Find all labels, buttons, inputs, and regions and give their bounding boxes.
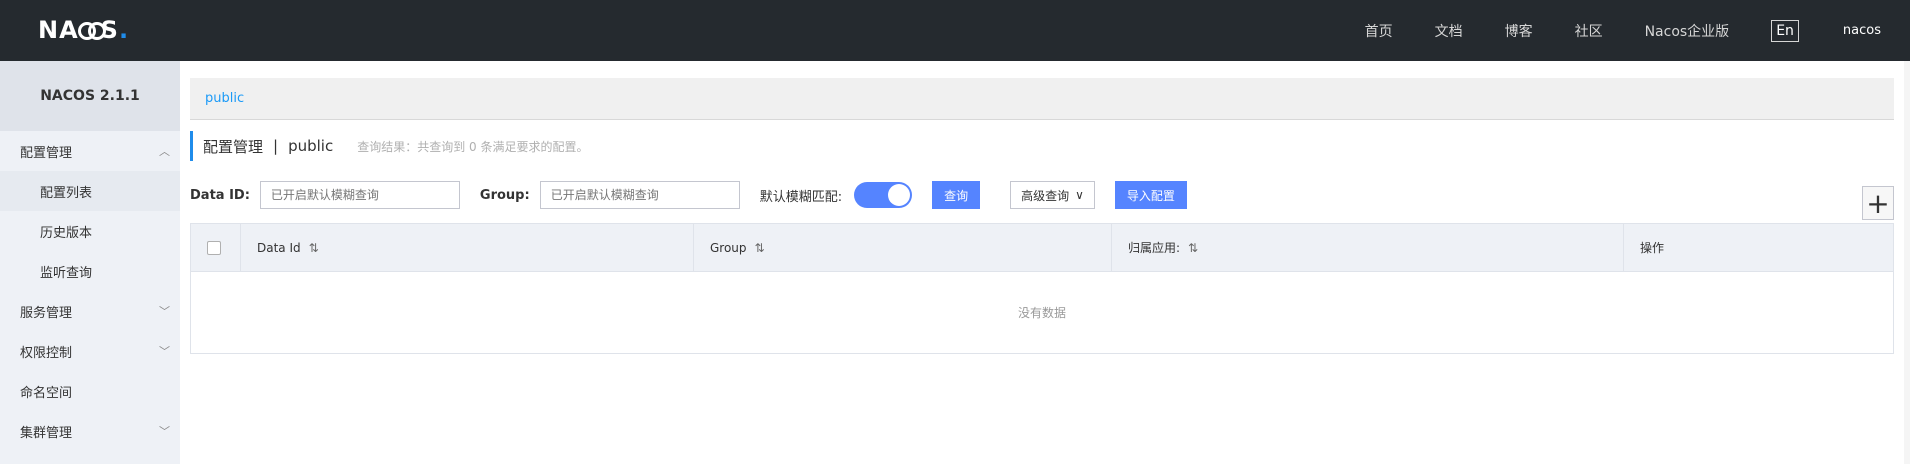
import-config-button[interactable]: 导入配置 [1114, 181, 1187, 209]
top-navbar: NA S. 首页 文档 博客 社区 Nacos企业版 En nacos [0, 0, 1910, 61]
nav-community[interactable]: 社区 [1575, 21, 1603, 41]
column-label: Group [710, 240, 747, 255]
filter-bar: Data ID: Group: 默认模糊匹配: 查询 高级查询 ∨ 导入配置 [190, 180, 1894, 210]
page-title-section: 配置管理 [203, 137, 264, 156]
sidebar-item-namespace[interactable]: 命名空间 [0, 371, 180, 411]
sidebar-item-label: 监听查询 [40, 265, 93, 281]
column-label: Data Id [257, 240, 301, 255]
sidebar-item-label: 集群管理 [20, 425, 73, 441]
add-config-plus-icon[interactable]: + [1862, 186, 1894, 220]
sort-icon[interactable]: ⇅ [755, 241, 765, 255]
sort-icon[interactable]: ⇅ [309, 241, 319, 255]
namespace-link[interactable]: public [205, 91, 244, 106]
main-content: public 配置管理 | public 查询结果：共查询到 0 条满足要求的配… [190, 61, 1894, 464]
chevron-up-icon: ︿ [159, 145, 170, 158]
advanced-query-button[interactable]: 高级查询 ∨ [1010, 181, 1095, 209]
logo-dot: . [118, 16, 130, 44]
fuzzy-match-label: 默认模糊匹配: [759, 189, 843, 205]
sidebar-item-cluster-management[interactable]: 集群管理 ﹀ [0, 411, 180, 451]
language-switch[interactable]: En [1771, 19, 1799, 42]
column-label: 归属应用: [1128, 241, 1181, 255]
sidebar-item-service-management[interactable]: 服务管理 ﹀ [0, 291, 180, 331]
group-label: Group: [479, 187, 530, 203]
nav-blog[interactable]: 博客 [1505, 21, 1533, 41]
page-title-namespace: public [288, 137, 334, 155]
empty-text: 没有数据 [1017, 306, 1066, 320]
select-all-checkbox[interactable] [207, 240, 221, 255]
table-empty-state: 没有数据 [191, 272, 1893, 353]
nacos-logo[interactable]: NA S. [38, 16, 129, 44]
version-label: NACOS 2.1.1 [0, 61, 180, 131]
table-header: Data Id ⇅ Group ⇅ 归属应用: ⇅ 操作 [191, 223, 1893, 272]
group-input[interactable] [539, 181, 740, 209]
nav-enterprise[interactable]: Nacos企业版 [1645, 21, 1730, 41]
sidebar-item-label: 权限控制 [20, 345, 73, 361]
toggle-knob [888, 184, 911, 206]
advanced-query-label: 高级查询 [1021, 188, 1070, 203]
dataid-label: Data ID: [190, 187, 250, 203]
page-scrollbar[interactable] [1904, 61, 1910, 464]
logo-text-na: NA [38, 16, 79, 44]
top-nav-links: 首页 文档 博客 社区 Nacos企业版 En nacos [1365, 0, 1910, 61]
page-title: 配置管理 | public 查询结果：共查询到 0 条满足要求的配置。 [190, 131, 588, 161]
namespace-breadcrumb: public [190, 78, 1894, 120]
user-name[interactable]: nacos [1843, 23, 1881, 38]
nav-home[interactable]: 首页 [1365, 21, 1393, 41]
query-summary: 查询结果：共查询到 0 条满足要求的配置。 [357, 139, 589, 154]
column-label: 操作 [1640, 241, 1665, 255]
column-dataid[interactable]: Data Id ⇅ [241, 223, 694, 272]
sort-icon[interactable]: ⇅ [1188, 241, 1198, 255]
search-button[interactable]: 查询 [932, 181, 981, 209]
column-actions: 操作 [1624, 224, 1893, 272]
sidebar-item-history[interactable]: 历史版本 [0, 211, 180, 251]
nav-docs[interactable]: 文档 [1435, 21, 1463, 41]
sidebar-item-label: 命名空间 [20, 385, 73, 401]
column-group[interactable]: Group ⇅ [694, 223, 1112, 272]
sidebar-item-label: 历史版本 [40, 225, 93, 241]
page-title-separator: | [273, 137, 279, 155]
fuzzy-match-toggle[interactable] [854, 182, 913, 208]
sidebar-item-label: 配置列表 [40, 185, 93, 201]
sidebar-item-access-control[interactable]: 权限控制 ﹀ [0, 331, 180, 371]
chevron-down-icon: ∨ [1075, 188, 1084, 202]
sidebar-item-listener-query[interactable]: 监听查询 [0, 251, 180, 291]
sidebar-item-config-management[interactable]: 配置管理 ︿ [0, 131, 180, 171]
sidebar-item-label: 服务管理 [20, 305, 73, 321]
config-table: Data Id ⇅ Group ⇅ 归属应用: ⇅ 操作 没有数据 [190, 223, 1894, 354]
chevron-down-icon: ﹀ [159, 345, 170, 358]
sidebar-item-config-list[interactable]: 配置列表 [0, 171, 180, 211]
chevron-down-icon: ﹀ [159, 425, 170, 438]
sidebar-item-label: 配置管理 [20, 145, 73, 161]
dataid-input[interactable] [259, 181, 460, 209]
sidebar: NACOS 2.1.1 配置管理 ︿ 配置列表 历史版本 监听查询 服务管理 ﹀… [0, 61, 180, 464]
logo-infinity-icon [77, 22, 106, 40]
chevron-down-icon: ﹀ [159, 305, 170, 318]
select-all-cell [191, 223, 241, 272]
column-app[interactable]: 归属应用: ⇅ [1112, 223, 1624, 272]
